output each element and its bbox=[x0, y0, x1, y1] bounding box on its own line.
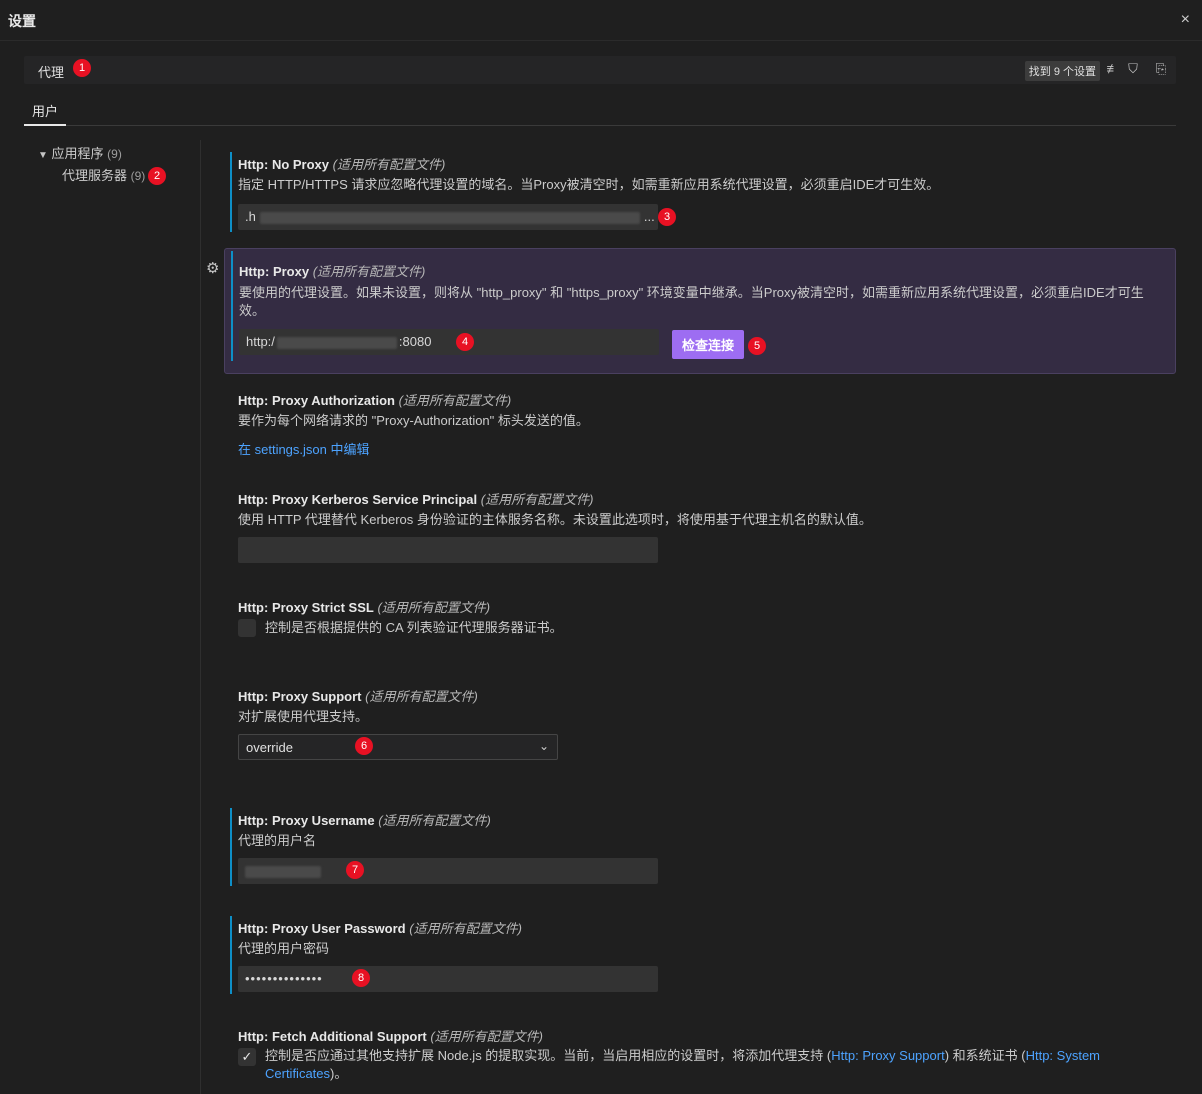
tab-user[interactable]: 用户 bbox=[24, 94, 67, 126]
title-bar: 设置 × bbox=[0, 0, 1202, 41]
close-icon[interactable]: × bbox=[1181, 11, 1190, 29]
password-input[interactable]: •••••••••••••• bbox=[238, 966, 658, 992]
annotation-marker: 6 bbox=[355, 737, 373, 755]
annotation-marker: 4 bbox=[456, 333, 474, 351]
setting-description: 对扩展使用代理支持。 bbox=[238, 709, 369, 724]
setting-proxy-authorization: Http: Proxy Authorization (适用所有配置文件) 要作为… bbox=[224, 386, 1176, 466]
clear-filter-icon[interactable]: ≢ bbox=[1106, 62, 1120, 76]
result-count-badge: 找到 9 个设置 bbox=[1024, 61, 1100, 81]
annotation-marker: 3 bbox=[658, 208, 676, 226]
open-json-icon[interactable]: ⎘ bbox=[1154, 62, 1168, 76]
setting-title: Http: Proxy Authorization (适用所有配置文件) bbox=[238, 393, 512, 408]
setting-title: Http: Proxy Strict SSL (适用所有配置文件) bbox=[238, 600, 491, 615]
setting-title: Http: Proxy (适用所有配置文件) bbox=[239, 264, 426, 279]
chevron-down-icon: ⌄ bbox=[538, 739, 549, 753]
setting-fetch-support: Http: Fetch Additional Support (适用所有配置文件… bbox=[224, 1022, 1176, 1092]
window-title: 设置 bbox=[8, 13, 36, 29]
tree-item-label: 代理服务器 bbox=[62, 168, 128, 183]
proxy-support-select[interactable]: override ⌄ bbox=[238, 734, 558, 760]
select-value: override bbox=[246, 740, 293, 755]
filter-icon[interactable]: ⛉ bbox=[1126, 62, 1140, 76]
setting-title: Http: Proxy Kerberos Service Principal (… bbox=[238, 492, 594, 507]
checkbox-label: 控制是否根据提供的 CA 列表验证代理服务器证书。 bbox=[265, 620, 563, 635]
setting-description: 代理的用户密码 bbox=[238, 941, 330, 956]
check-connection-button[interactable]: 检查连接 bbox=[672, 330, 745, 359]
tree-item-count: (9) bbox=[107, 147, 122, 161]
proxy-support-link[interactable]: Http: Proxy Support bbox=[831, 1048, 944, 1063]
settings-search[interactable]: 代理 找到 9 个设置 ≢ ⛉ ⎘ bbox=[24, 56, 1176, 84]
username-input[interactable] bbox=[238, 858, 658, 884]
tree-item-label: 应用程序 bbox=[51, 146, 104, 161]
setting-description: 指定 HTTP/HTTPS 请求应忽略代理设置的域名。当Proxy被清空时，如需… bbox=[238, 177, 940, 192]
tree-item-proxy-server[interactable]: 代理服务器 (9) bbox=[62, 165, 145, 184]
search-input[interactable]: 代理 bbox=[38, 62, 64, 81]
setting-description: 使用 HTTP 代理替代 Kerberos 身份验证的主体服务名称。未设置此选项… bbox=[238, 512, 872, 527]
setting-proxy: Http: Proxy (适用所有配置文件) 要使用的代理设置。如果未设置，则将… bbox=[224, 248, 1176, 374]
setting-title: Http: Fetch Additional Support (适用所有配置文件… bbox=[238, 1029, 544, 1044]
proxy-input[interactable]: http:/:8080 bbox=[239, 329, 659, 355]
check-icon: ✓ bbox=[241, 1049, 253, 1064]
annotation-marker: 2 bbox=[148, 167, 166, 185]
annotation-marker: 8 bbox=[352, 969, 370, 987]
edit-in-settings-json-link[interactable]: 在 settings.json 中编辑 bbox=[238, 439, 370, 458]
kerberos-input[interactable] bbox=[238, 537, 658, 563]
setting-title: Http: Proxy Support (适用所有配置文件) bbox=[238, 689, 478, 704]
setting-description: 要使用的代理设置。如果未设置，则将从 "http_proxy" 和 "https… bbox=[239, 285, 1144, 318]
setting-kerberos-principal: Http: Proxy Kerberos Service Principal (… bbox=[224, 485, 1176, 571]
tree-item-count: (9) bbox=[130, 169, 146, 183]
annotation-marker: 7 bbox=[346, 861, 364, 879]
no-proxy-input[interactable]: .h... bbox=[238, 204, 658, 230]
setting-proxy-username: Http: Proxy Username (适用所有配置文件) 代理的用户名 bbox=[224, 806, 1176, 890]
tree-item-application[interactable]: ▼ 应用程序 (9) bbox=[38, 143, 122, 162]
setting-proxy-support: Http: Proxy Support (适用所有配置文件) 对扩展使用代理支持… bbox=[224, 682, 1176, 768]
scope-tabs: 用户 bbox=[24, 94, 1176, 126]
annotation-marker: 5 bbox=[748, 337, 766, 355]
annotation-marker: 1 bbox=[73, 59, 91, 77]
setting-description: 代理的用户名 bbox=[238, 833, 317, 848]
setting-title: Http: Proxy User Password (适用所有配置文件) bbox=[238, 921, 522, 936]
setting-strict-ssl: Http: Proxy Strict SSL (适用所有配置文件) 控制是否根据… bbox=[224, 593, 1176, 653]
setting-title: Http: Proxy Username (适用所有配置文件) bbox=[238, 813, 491, 828]
setting-no-proxy: Http: No Proxy (适用所有配置文件) 指定 HTTP/HTTPS … bbox=[224, 150, 1176, 236]
gear-icon[interactable]: ⚙ bbox=[206, 259, 219, 277]
setting-title: Http: No Proxy (适用所有配置文件) bbox=[238, 157, 446, 172]
fetch-support-checkbox[interactable]: ✓ bbox=[238, 1048, 256, 1066]
checkbox-label: 控制是否应通过其他支持扩展 Node.js 的提取实现。当前，当启用相应的设置时… bbox=[265, 1048, 1101, 1081]
setting-description: 要作为每个网络请求的 "Proxy-Authorization" 标头发送的值。 bbox=[238, 413, 589, 428]
sidebar-divider bbox=[200, 140, 201, 1094]
setting-proxy-password: Http: Proxy User Password (适用所有配置文件) 代理的… bbox=[224, 914, 1176, 998]
chevron-down-icon: ▼ bbox=[38, 150, 48, 161]
strict-ssl-checkbox[interactable] bbox=[238, 619, 256, 637]
